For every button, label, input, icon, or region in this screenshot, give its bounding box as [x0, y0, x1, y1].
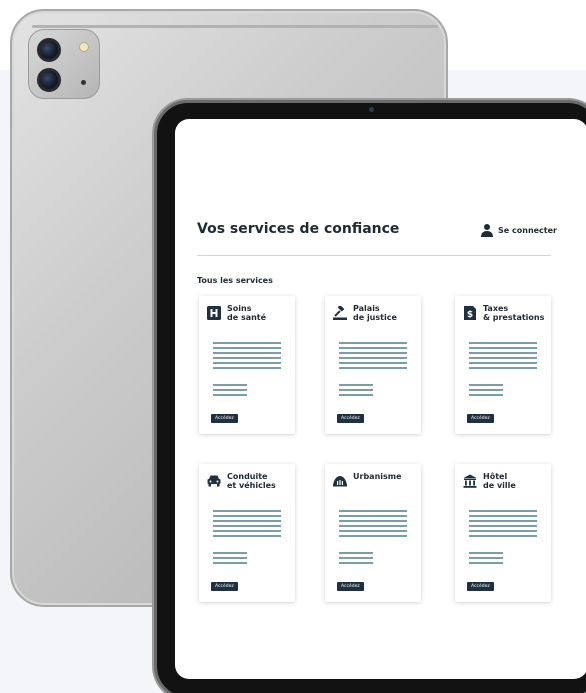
page-title: Vos services de confiance	[197, 221, 400, 237]
service-card-taxes-prestations[interactable]: $ Taxes & prestations Accédez	[455, 296, 551, 434]
mockup-stage: Vos services de confiance Se connecter T…	[0, 0, 586, 693]
card-title: Conduite et véhicles	[227, 472, 276, 490]
page-header: Vos services de confiance Se connecter	[197, 221, 557, 245]
card-header: Soins de santé	[207, 304, 293, 330]
tax-document-icon: $	[464, 306, 476, 320]
service-card-palais-de-justice[interactable]: Palais de justice Accédez	[325, 296, 421, 434]
text-placeholder	[469, 552, 503, 567]
text-placeholder	[213, 384, 247, 399]
service-card-soins-de-sante[interactable]: Soins de santé Accédez	[199, 296, 295, 434]
card-header: Conduite et véhicles	[207, 472, 293, 498]
access-button[interactable]: Accédez	[467, 414, 494, 423]
card-title: Urbanisme	[353, 472, 402, 481]
text-placeholder	[339, 342, 407, 372]
tablet-front: Vos services de confiance Se connecter T…	[154, 100, 586, 693]
text-placeholder	[339, 384, 373, 399]
microphone-dot	[81, 80, 86, 85]
flash-icon	[79, 42, 89, 52]
camera-lens-icon	[37, 68, 61, 92]
service-card-hotel-de-ville[interactable]: Hôtel de ville Accédez	[455, 464, 551, 602]
text-placeholder	[469, 384, 503, 399]
city-hall-icon	[463, 474, 477, 488]
text-placeholder	[469, 342, 537, 372]
header-divider	[197, 255, 551, 256]
text-placeholder	[339, 510, 407, 540]
access-button[interactable]: Accédez	[211, 414, 238, 423]
urban-dome-icon	[333, 476, 347, 487]
tablet-screen: Vos services de confiance Se connecter T…	[175, 119, 586, 679]
front-camera-icon	[369, 107, 374, 112]
user-icon	[481, 224, 494, 237]
tablet-edge	[32, 25, 438, 28]
service-card-urbanisme[interactable]: Urbanisme Accédez	[325, 464, 421, 602]
camera-lens-icon	[37, 38, 61, 62]
hospital-icon	[207, 306, 221, 320]
card-title: Hôtel de ville	[483, 472, 516, 490]
access-button[interactable]: Accédez	[211, 582, 238, 591]
rear-camera-module	[28, 29, 100, 99]
access-button[interactable]: Accédez	[467, 582, 494, 591]
access-button[interactable]: Accédez	[337, 582, 364, 591]
card-title: Taxes & prestations	[483, 304, 545, 322]
login-link[interactable]: Se connecter	[480, 223, 557, 237]
text-placeholder	[213, 510, 281, 540]
car-icon	[207, 475, 221, 487]
section-label: Tous les services	[197, 276, 273, 285]
text-placeholder	[339, 552, 373, 567]
card-header: Palais de justice	[333, 304, 419, 330]
service-card-conduite-vehicules[interactable]: Conduite et véhicles Accédez	[199, 464, 295, 602]
access-button[interactable]: Accédez	[337, 414, 364, 423]
svg-text:$: $	[467, 310, 473, 320]
card-header: Urbanisme	[333, 472, 419, 498]
text-placeholder	[213, 342, 281, 372]
gavel-icon	[333, 306, 347, 320]
card-title: Soins de santé	[227, 304, 267, 322]
text-placeholder	[213, 552, 247, 567]
card-header: Hôtel de ville	[463, 472, 549, 498]
card-header: $ Taxes & prestations	[463, 304, 549, 330]
text-placeholder	[469, 510, 537, 540]
card-title: Palais de justice	[353, 304, 397, 322]
login-label: Se connecter	[498, 225, 557, 235]
